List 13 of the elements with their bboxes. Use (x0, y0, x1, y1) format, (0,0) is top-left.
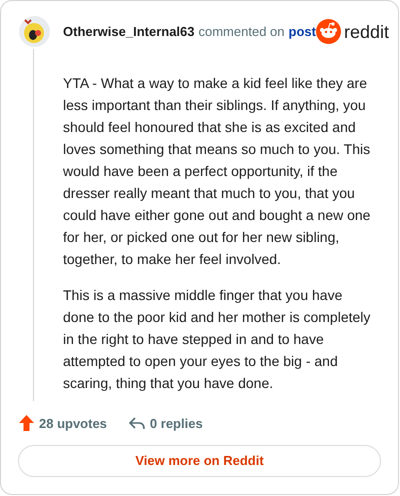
reply-count: 0 replies (150, 414, 203, 433)
comment-paragraph: This is a massive middle finger that you have done to the poor kid and her mother is completely in the right to have stepped in and to have attempted to open your eyes to the big - and scaring, thing that you have done. (63, 286, 372, 393)
reddit-wordmark: reddit (344, 22, 389, 40)
reddit-logo-icon (316, 19, 341, 44)
upvote-arrow-icon[interactable] (19, 415, 34, 432)
avatar-icon (19, 16, 50, 47)
reply-arrow-icon[interactable] (128, 416, 145, 430)
action-text: commented on (198, 22, 284, 41)
username[interactable]: Otherwise_Internal63 (63, 22, 194, 42)
post-link[interactable]: post (288, 22, 316, 42)
view-more-button[interactable]: View more on Reddit (18, 445, 381, 477)
upvote-count: 28 upvotes (39, 414, 107, 433)
comment-paragraph: YTA - What a way to make a kid feel like they are less important than their siblings. If anything, you should feel honoured that she is as excited and loves something that means so much to you. This would have been a perfect opportunity, if the dresser really meant that much to you, that you could have either gone out and bought a new one for her, or picked one out for her new sibling, together, to make her feel involved. (63, 74, 372, 269)
